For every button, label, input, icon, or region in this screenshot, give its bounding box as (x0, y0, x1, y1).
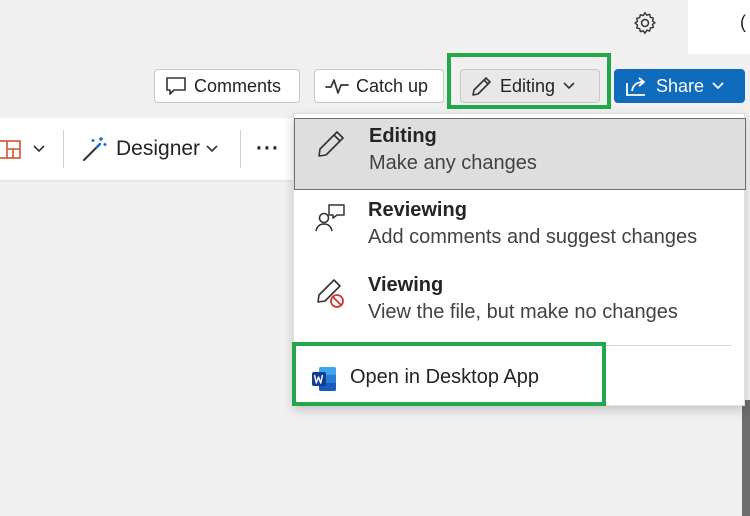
catch-up-button[interactable]: Catch up (314, 69, 444, 103)
more-options-button[interactable]: ··· (256, 118, 280, 180)
share-label: Share (656, 75, 705, 96)
edge-glyph: ( (740, 12, 746, 32)
comments-button[interactable]: Comments (154, 69, 300, 103)
reviewer-icon (315, 204, 345, 232)
menu-option-editing[interactable]: Editing Make any changes (294, 118, 746, 190)
option-description: View the file, but make no changes (368, 301, 678, 323)
gear-icon[interactable] (632, 10, 658, 36)
ribbon: Designer ··· (0, 118, 300, 180)
option-title: Editing (369, 125, 437, 147)
highlight-editing-box (447, 53, 611, 109)
magic-wand-icon (83, 137, 107, 161)
option-description: Add comments and suggest changes (368, 226, 698, 248)
option-description: Make any changes (369, 152, 537, 174)
ribbon-divider (63, 130, 64, 168)
menu-option-reviewing[interactable]: Reviewing Add comments and suggest chang… (294, 193, 746, 265)
catch-up-label: Catch up (356, 75, 429, 96)
designer-button[interactable]: Designer (80, 118, 219, 180)
share-button[interactable]: Share (614, 69, 745, 103)
option-title: Reviewing (368, 199, 467, 221)
chevron-down-icon (712, 82, 724, 90)
comments-label: Comments (194, 75, 282, 96)
option-title: Viewing (368, 274, 444, 296)
share-icon (626, 77, 645, 96)
document-canvas-edge (742, 400, 750, 516)
chevron-down-icon (33, 145, 45, 153)
activity-icon (325, 79, 349, 94)
layout-icon (0, 140, 21, 159)
ribbon-divider (240, 130, 241, 168)
pencil-icon (318, 131, 344, 157)
layout-button[interactable] (0, 118, 46, 180)
comment-icon (166, 77, 186, 95)
no-edit-icon (317, 279, 344, 308)
designer-label: Designer (116, 137, 201, 160)
menu-option-viewing[interactable]: Viewing View the file, but make no chang… (294, 268, 746, 340)
chevron-down-icon (206, 145, 218, 153)
highlight-desktop-box (292, 342, 606, 406)
